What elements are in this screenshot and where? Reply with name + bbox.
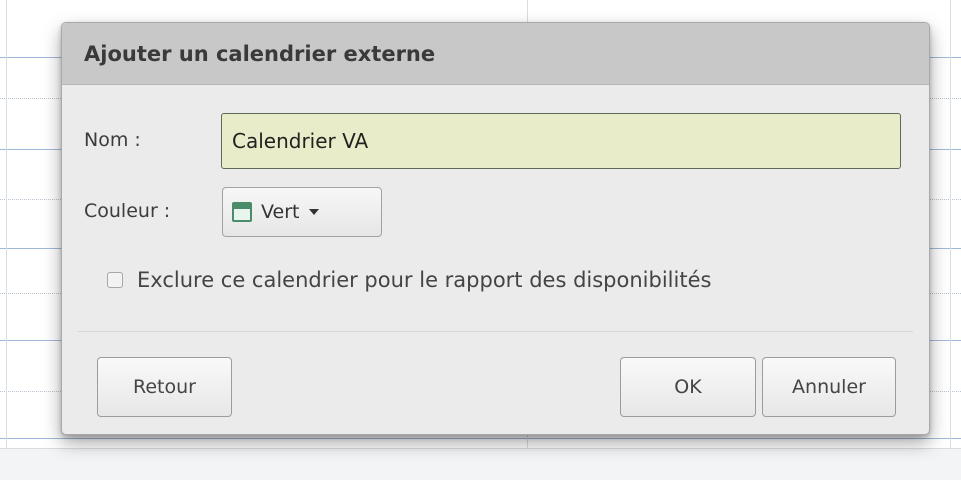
add-external-calendar-dialog: Ajouter un calendrier externe Nom : Coul… <box>61 22 930 435</box>
name-label: Nom : <box>84 129 141 151</box>
name-input[interactable] <box>221 113 901 169</box>
color-dropdown-value: Vert <box>261 201 300 223</box>
grid-column-line <box>6 0 7 479</box>
dialog-separator <box>78 331 913 332</box>
color-dropdown[interactable]: Vert <box>222 187 382 237</box>
cancel-button[interactable]: Annuler <box>762 357 896 417</box>
dialog-titlebar: Ajouter un calendrier externe <box>62 23 929 85</box>
dialog-title: Ajouter un calendrier externe <box>84 41 436 66</box>
exclude-checkbox-label: Exclure ce calendrier pour le rapport de… <box>137 268 712 292</box>
calendar-icon <box>232 202 252 222</box>
ok-button[interactable]: OK <box>620 357 756 417</box>
background-footer <box>0 448 961 480</box>
back-button[interactable]: Retour <box>97 357 232 417</box>
chevron-down-icon <box>309 209 320 215</box>
exclude-availability-option[interactable]: Exclure ce calendrier pour le rapport de… <box>107 268 711 292</box>
color-label: Couleur : <box>84 200 171 222</box>
grid-line <box>0 438 961 439</box>
exclude-checkbox[interactable] <box>107 272 123 288</box>
grid-column-line <box>950 0 951 479</box>
